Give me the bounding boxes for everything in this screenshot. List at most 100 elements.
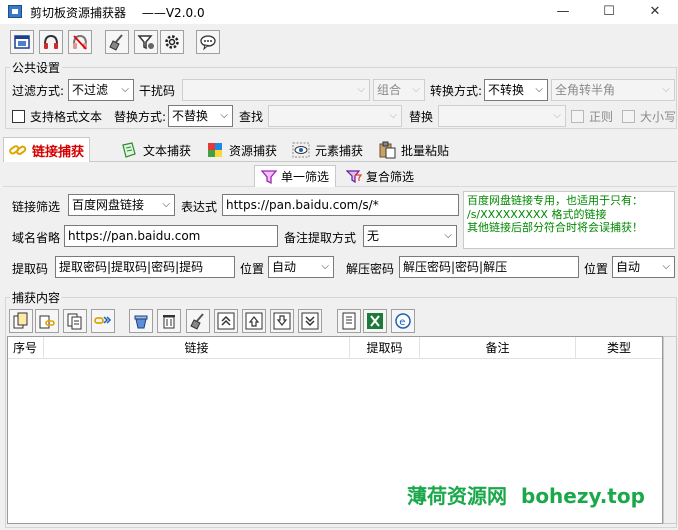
tab-label: 文本捕获 <box>143 143 192 158</box>
chevron-down-icon: ⌵ <box>662 261 670 272</box>
code-position-label: 位置 <box>240 262 265 276</box>
chevron-down-icon: ⌵ <box>321 261 329 272</box>
domain-omit-input[interactable]: https://pan.baidu.com <box>64 225 278 247</box>
export-excel-button[interactable] <box>363 309 387 333</box>
filter-hint-box: 百度网盘链接专用，也适用于只有： /s/XXXXXXXXX 格式的链接 其他链接… <box>463 191 675 249</box>
column-header-index[interactable]: 序号 <box>8 337 44 359</box>
copy-chain-button[interactable] <box>91 309 115 333</box>
expression-input[interactable]: https://pan.baidu.com/s/* <box>222 194 459 216</box>
tab-label: 元素捕获 <box>315 143 364 158</box>
move-bottom-button[interactable] <box>298 309 322 333</box>
replace-with-label: 替换 <box>409 110 434 124</box>
unzip-position-label: 位置 <box>584 262 609 276</box>
copy-link-button[interactable] <box>35 309 59 333</box>
find-label: 查找 <box>239 110 264 124</box>
column-header-code[interactable]: 提取码 <box>350 337 420 359</box>
copy-all-button[interactable] <box>63 309 87 333</box>
tab-resource-capture[interactable]: 资源捕获 <box>200 138 283 162</box>
clipboard-paste-icon <box>379 141 396 159</box>
broom-icon[interactable] <box>105 30 129 54</box>
funnel-multi-icon <box>346 169 362 183</box>
copy-link-icon <box>39 315 55 329</box>
chevron-down-icon: ⌵ <box>553 110 561 121</box>
extract-code-input[interactable]: 提取密码|提取码|密码|提码 <box>55 256 235 278</box>
link-filter-label: 链接筛选 <box>12 200 61 214</box>
hint-line-1: 百度网盘链接专用，也适用于只有： <box>467 194 643 207</box>
convert-select[interactable]: 不转换 ⌵ <box>484 79 548 101</box>
clear-button[interactable] <box>129 309 153 333</box>
subtab-single-filter[interactable]: 单一筛选 <box>254 165 337 187</box>
move-up-button[interactable] <box>242 309 266 333</box>
tab-text-capture[interactable]: 文本捕获 <box>114 138 197 162</box>
column-header-link[interactable]: 链接 <box>44 337 350 359</box>
gear-icon[interactable] <box>160 30 184 54</box>
copy-doc-icon <box>13 312 28 329</box>
chain-link-icon <box>9 145 27 155</box>
expression-label: 表达式 <box>181 200 218 214</box>
note-extract-value: 无 <box>367 229 380 243</box>
tab-label: 链接捕获 <box>32 144 85 160</box>
minimize-button[interactable]: — <box>540 0 586 24</box>
format-text-label: 支持格式文本 <box>30 110 103 124</box>
filter-settings-icon[interactable] <box>134 30 158 54</box>
column-header-note[interactable]: 备注 <box>420 337 576 359</box>
link-filter-select[interactable]: 百度网盘链接 ⌵ <box>68 194 175 216</box>
filter-mode-select[interactable]: 不过滤 ⌵ <box>68 79 134 101</box>
code-position-select[interactable]: 自动 ⌵ <box>268 256 334 278</box>
open-browser-button[interactable]: e <box>391 309 415 333</box>
public-settings-title: 公共设置 <box>10 59 63 76</box>
close-button[interactable]: ✕ <box>632 0 678 24</box>
app-version: ——V2.0.0 <box>141 6 205 20</box>
tab-link-capture[interactable]: 链接捕获 <box>3 137 91 162</box>
note-extract-label: 备注提取方式 <box>284 231 357 245</box>
format-text-checkbox[interactable] <box>12 110 25 123</box>
move-top-icon <box>217 312 235 330</box>
copy-chain-icon <box>94 316 112 324</box>
unzip-position-select[interactable]: 自动 ⌵ <box>612 256 675 278</box>
hint-line-2: /s/XXXXXXXXX 格式的链接 <box>467 207 607 221</box>
subtab-compound-filter[interactable]: 复合筛选 <box>340 166 420 187</box>
unzip-position-value: 自动 <box>616 260 641 274</box>
move-down-button[interactable] <box>270 309 294 333</box>
noise-select[interactable]: ⌵ <box>182 79 370 101</box>
regex-checkbox[interactable] <box>571 110 584 123</box>
combine-select[interactable]: 组合 ⌵ <box>373 79 425 101</box>
headset-icon[interactable] <box>39 30 63 54</box>
list-scrollbar[interactable] <box>663 336 677 524</box>
app-icon <box>8 5 22 18</box>
watermark-cn: 薄荷资源网 <box>407 484 507 508</box>
unzip-password-input[interactable]: 解压密码|密码|解压 <box>399 256 579 278</box>
text-doc-icon <box>122 142 136 158</box>
chat-bubble-icon[interactable] <box>196 30 220 54</box>
width-convert-select[interactable]: 全角转半角 ⌵ <box>551 79 675 101</box>
copy-doc-button[interactable] <box>9 309 33 333</box>
chevron-down-icon: ⌵ <box>357 84 365 95</box>
case-checkbox[interactable] <box>622 110 635 123</box>
replace-mode-select[interactable]: 不替换 ⌵ <box>168 105 233 127</box>
broom-icon <box>190 313 204 330</box>
no-headset-icon[interactable] <box>68 30 92 54</box>
export-txt-button[interactable] <box>337 309 361 333</box>
app-title: 剪切板资源捕获器 <box>30 6 127 20</box>
unzip-password-label: 解压密码 <box>346 262 395 276</box>
subtab-label: 单一筛选 <box>281 170 330 184</box>
note-extract-select[interactable]: 无 ⌵ <box>363 225 457 247</box>
replace-with-select[interactable]: ⌵ <box>438 105 566 127</box>
move-top-button[interactable] <box>214 309 238 333</box>
clear-icon <box>134 315 148 329</box>
column-header-type[interactable]: 类型 <box>576 337 662 359</box>
noise-label: 干扰码 <box>139 84 176 98</box>
move-bottom-icon <box>301 312 319 330</box>
export-excel-icon <box>367 313 383 329</box>
chevron-down-icon: ⌵ <box>220 110 228 121</box>
eye-scan-icon <box>292 142 310 158</box>
find-select[interactable]: ⌵ <box>268 105 402 127</box>
trash-button[interactable] <box>157 309 181 333</box>
tab-element-capture[interactable]: 元素捕获 <box>286 138 369 162</box>
broom-button[interactable] <box>186 309 210 333</box>
app-window-icon[interactable] <box>10 30 34 54</box>
maximize-button[interactable]: ☐ <box>586 0 632 24</box>
capture-content-title: 捕获内容 <box>10 289 63 306</box>
tab-batch-paste[interactable]: 批量粘贴 <box>372 138 455 162</box>
convert-label: 转换方式: <box>430 84 483 98</box>
